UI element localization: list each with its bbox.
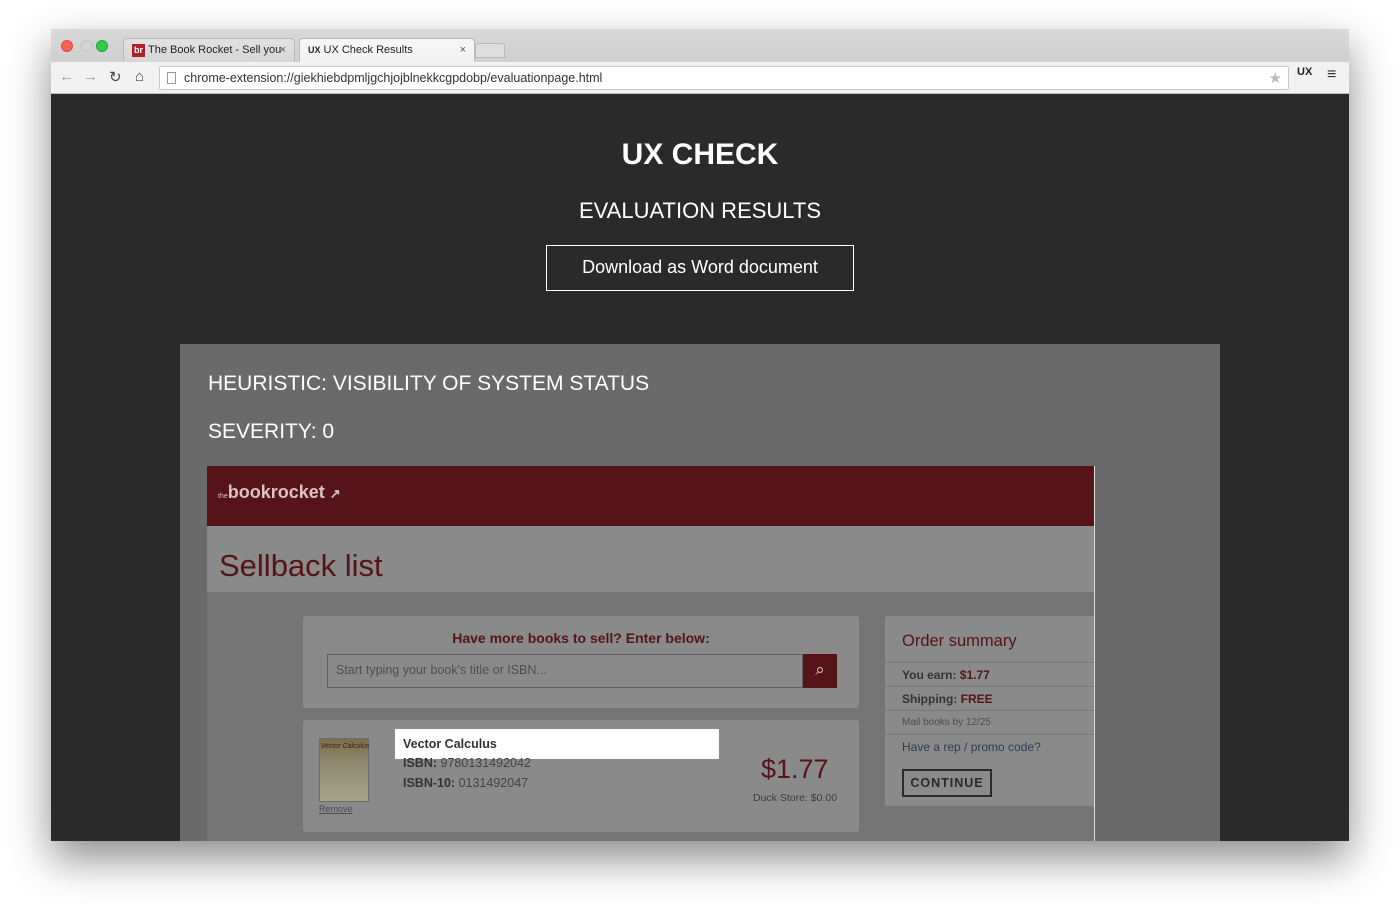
severity-heading: SEVERITY: 0 xyxy=(208,420,335,443)
order-summary-title: Order summary xyxy=(902,632,1017,650)
book-price: $1.77 xyxy=(761,754,829,784)
continue-button[interactable]: CONTINUE xyxy=(902,769,992,797)
search-placeholder: Start typing your book's title or ISBN..… xyxy=(336,663,547,677)
tab-ux-check-results[interactable]: UX UX Check Results × xyxy=(299,38,475,62)
earn-row: You earn: $1.77 xyxy=(885,662,1094,686)
isbn-line: ISBN: 9780131492042 xyxy=(403,756,531,770)
book-cover-image: Vector Calculus xyxy=(319,738,369,802)
close-tab-icon[interactable]: × xyxy=(460,39,466,61)
order-summary: Order summary You earn: $1.77 Shipping: … xyxy=(885,616,1094,806)
ux-check-extension-icon[interactable]: UX xyxy=(1297,67,1312,78)
search-label: Have more books to sell? Enter below: xyxy=(452,630,710,646)
cover-title: Vector Calculus xyxy=(320,743,370,750)
tab-bar: br The Book Rocket - Sell you × UX UX Chec… xyxy=(51,29,1349,62)
url-text: chrome-extension://giekhiebdpmljgchjojbl… xyxy=(184,71,603,85)
download-word-button[interactable]: Download as Word document xyxy=(546,245,854,291)
page-content: UX CHECK EVALUATION RESULTS Download as … xyxy=(51,94,1349,841)
promo-code-link[interactable]: Have a rep / promo code? xyxy=(885,734,1094,758)
heuristic-heading: HEURISTIC: VISIBILITY OF SYSTEM STATUS xyxy=(208,372,650,395)
close-window-button[interactable] xyxy=(61,40,73,52)
title-band: Sellback list xyxy=(207,526,1094,592)
evidence-screenshot: thebookrocket ↗ Sellback list Have more … xyxy=(207,466,1095,841)
search-button[interactable]: ⌕ xyxy=(803,654,837,688)
browser-window: br The Book Rocket - Sell you × UX UX Chec… xyxy=(51,29,1349,841)
site-body: Have more books to sell? Enter below: St… xyxy=(207,592,1094,841)
reload-icon[interactable]: ↻ xyxy=(109,68,122,86)
book-search-input[interactable]: Start typing your book's title or ISBN..… xyxy=(327,654,803,688)
result-panel: HEURISTIC: VISIBILITY OF SYSTEM STATUS S… xyxy=(180,344,1220,841)
page-icon xyxy=(167,72,176,84)
browser-toolbar: ← → ↻ ⌂ chrome-extension://giekhiebdpmlj… xyxy=(51,62,1349,94)
bookmark-star-icon[interactable]: ★ xyxy=(1269,69,1282,87)
minimize-window-button[interactable] xyxy=(81,40,93,52)
bookrocket-favicon-icon: br xyxy=(132,43,145,57)
duck-store-price: Duck Store: $0.00 xyxy=(753,792,838,804)
page-title: UX CHECK xyxy=(621,138,779,171)
sellback-heading: Sellback list xyxy=(219,548,383,583)
isbn10-line: ISBN-10: 0131492047 xyxy=(403,776,529,790)
shipping-row: Shipping: FREE xyxy=(885,686,1094,710)
ux-check-favicon-icon: UX xyxy=(308,45,321,56)
address-bar[interactable]: chrome-extension://giekhiebdpmljgchjojbl… xyxy=(159,66,1289,90)
back-icon[interactable]: ← xyxy=(59,68,74,85)
close-tab-icon[interactable]: × xyxy=(280,39,286,61)
zoom-window-button[interactable] xyxy=(96,40,108,52)
book-list-item: Vector Calculus Remove Vector Calculus I… xyxy=(303,720,859,832)
mail-note: Mail books by 12/25 xyxy=(885,710,1094,734)
book-title-highlight: Vector Calculus xyxy=(395,729,719,759)
tab-title: UX Check Results xyxy=(323,44,413,57)
tab-title: The Book Rocket - Sell you xyxy=(148,44,282,57)
site-header: thebookrocket ↗ xyxy=(207,466,1094,526)
tab-book-rocket[interactable]: br The Book Rocket - Sell you × xyxy=(123,38,295,62)
search-card: Have more books to sell? Enter below: St… xyxy=(303,616,859,708)
menu-icon[interactable]: ≡ xyxy=(1327,66,1336,84)
page-subtitle: EVALUATION RESULTS xyxy=(578,198,822,223)
home-icon[interactable]: ⌂ xyxy=(135,68,144,85)
search-icon: ⌕ xyxy=(815,660,825,679)
forward-icon[interactable]: → xyxy=(83,68,98,85)
bookrocket-logo: thebookrocket ↗ xyxy=(218,482,341,502)
remove-book-link[interactable]: Remove xyxy=(319,804,353,814)
new-tab-button[interactable] xyxy=(475,43,505,58)
